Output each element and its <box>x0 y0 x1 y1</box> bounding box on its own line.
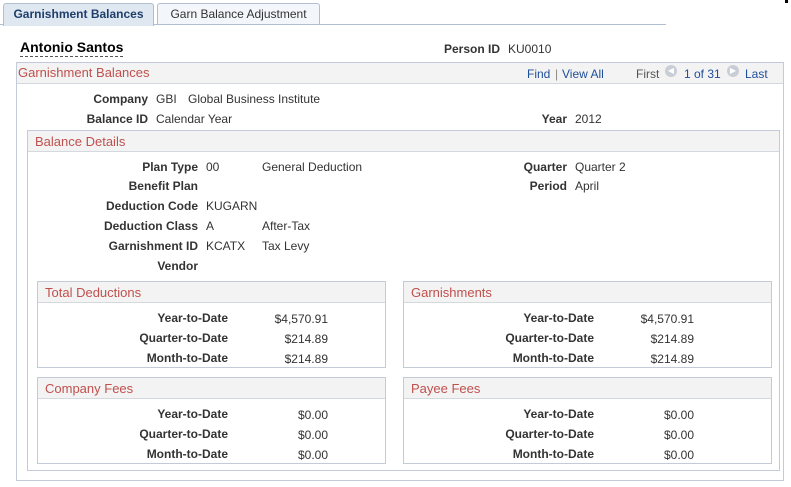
qtd-value: $0.00 <box>297 428 328 442</box>
deduction-code-value: KUGARN <box>206 199 258 213</box>
qtd-label: Quarter-to-Date <box>139 331 228 345</box>
previous-icon[interactable]: ◀ <box>665 65 677 77</box>
ytd-label: Year-to-Date <box>157 407 228 421</box>
page-counter: 1 of 31 <box>684 67 721 81</box>
ytd-value: $0.00 <box>297 408 328 422</box>
balance-details-title: Balance Details <box>35 134 126 149</box>
balance-details-header <box>28 131 779 152</box>
mtd-value: $0.00 <box>663 448 694 462</box>
ytd-value: $4,570.91 <box>274 312 328 326</box>
period-label: Period <box>529 179 567 193</box>
qtd-label: Quarter-to-Date <box>505 427 594 441</box>
mtd-value: $214.89 <box>284 352 328 366</box>
ytd-label: Year-to-Date <box>523 311 594 325</box>
payee-fees-panel: Payee Fees Year-to-Date $0.00 Quarter-to… <box>403 377 772 464</box>
plan-type-desc: General Deduction <box>262 160 363 174</box>
quarter-label: Quarter <box>523 160 567 174</box>
garnishments-title: Garnishments <box>411 285 492 300</box>
balance-id-value: Calendar Year <box>156 112 233 126</box>
plan-type-label: Plan Type <box>142 160 198 174</box>
balance-id-label: Balance ID <box>86 112 148 126</box>
mtd-label: Month-to-Date <box>512 447 594 461</box>
corner-mark <box>785 0 788 3</box>
company-code: GBI <box>156 92 177 106</box>
year-label: Year <box>541 112 567 126</box>
mtd-label: Month-to-Date <box>146 447 228 461</box>
tab-garnishment-balances[interactable]: Garnishment Balances <box>3 3 154 26</box>
deduction-class-desc: After-Tax <box>262 219 311 233</box>
period-value: April <box>575 179 600 193</box>
find-link[interactable]: Find <box>527 67 550 81</box>
garnishments-panel: Garnishments Year-to-Date $4,570.91 Quar… <box>403 281 772 368</box>
qtd-label: Quarter-to-Date <box>505 331 594 345</box>
tab-garn-balance-adjustment[interactable]: Garn Balance Adjustment <box>157 3 320 24</box>
mtd-value: $0.00 <box>297 448 328 462</box>
quarter-value: Quarter 2 <box>575 160 626 174</box>
nav-separator: | <box>555 67 559 81</box>
next-icon[interactable]: ▶ <box>727 65 739 77</box>
benefit-plan-label: Benefit Plan <box>128 179 198 193</box>
qtd-value: $214.89 <box>284 332 328 346</box>
person-id-label: Person ID <box>443 42 500 56</box>
company-name: Global Business Institute <box>188 92 321 106</box>
payee-fees-title: Payee Fees <box>411 381 481 396</box>
ytd-label: Year-to-Date <box>157 311 228 325</box>
plan-type-code: 00 <box>206 160 220 174</box>
qtd-label: Quarter-to-Date <box>139 427 228 441</box>
garnishment-id-label: Garnishment ID <box>108 239 198 253</box>
mtd-value: $214.89 <box>650 352 694 366</box>
garnishment-desc: Tax Levy <box>262 239 310 253</box>
total-deductions-title: Total Deductions <box>45 285 142 300</box>
group-title: Garnishment Balances <box>18 65 150 80</box>
total-deductions-panel: Total Deductions Year-to-Date $4,570.91 … <box>37 281 386 368</box>
company-fees-panel: Company Fees Year-to-Date $0.00 Quarter-… <box>37 377 386 464</box>
company-label: Company <box>93 92 148 106</box>
view-all-link[interactable]: View All <box>562 67 604 81</box>
qtd-value: $0.00 <box>663 428 694 442</box>
employee-name: Antonio Santos <box>20 39 124 57</box>
garnishment-id-value: KCATX <box>206 239 246 253</box>
mtd-label: Month-to-Date <box>146 351 228 365</box>
ytd-value: $0.00 <box>663 408 694 422</box>
year-value: 2012 <box>575 112 602 126</box>
mtd-label: Month-to-Date <box>512 351 594 365</box>
deduction-code-label: Deduction Code <box>106 199 198 213</box>
ytd-label: Year-to-Date <box>523 407 594 421</box>
deduction-class-code: A <box>206 219 215 233</box>
company-fees-title: Company Fees <box>45 381 134 396</box>
person-id-value: KU0010 <box>508 42 552 56</box>
vendor-label: Vendor <box>157 259 198 273</box>
qtd-value: $214.89 <box>650 332 694 346</box>
first-label: First <box>636 67 660 81</box>
ytd-value: $4,570.91 <box>640 312 694 326</box>
last-link[interactable]: Last <box>745 67 768 81</box>
deduction-class-label: Deduction Class <box>103 219 198 233</box>
